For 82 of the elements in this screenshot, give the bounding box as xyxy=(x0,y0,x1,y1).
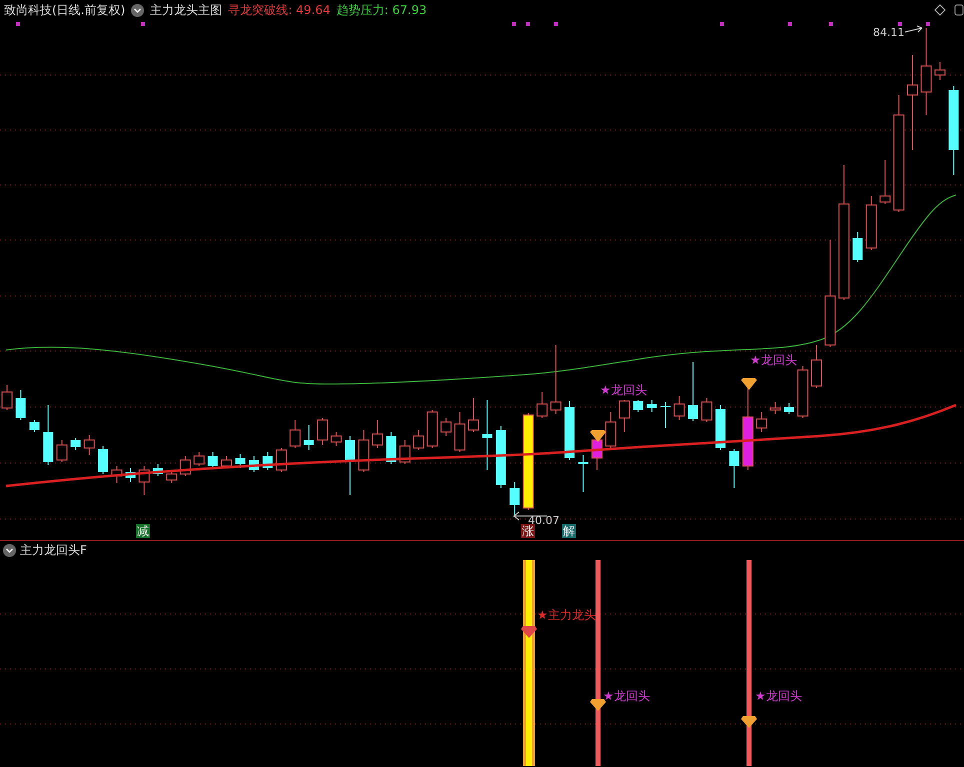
candlestick xyxy=(345,436,355,496)
candlestick xyxy=(152,464,163,476)
signal-label: ★龙回头 xyxy=(603,688,650,704)
candlestick xyxy=(550,344,562,414)
candlestick xyxy=(399,440,410,464)
gem-icon xyxy=(590,699,606,711)
candlestick xyxy=(248,456,259,472)
gem-icon xyxy=(741,378,757,390)
candlestick xyxy=(646,400,657,412)
candlestick xyxy=(729,448,740,488)
signal-tag: 减 xyxy=(136,524,150,538)
candlestick xyxy=(194,452,205,466)
candlestick xyxy=(262,452,273,470)
candlestick xyxy=(208,452,218,468)
diamond-icon[interactable] xyxy=(934,4,946,16)
candlestick xyxy=(866,196,877,250)
indicator-readout: 寻龙突破线: 49.64 xyxy=(228,2,330,18)
candlestick xyxy=(510,482,520,516)
signal-label: ★主力龙头 xyxy=(537,607,596,623)
candlestick xyxy=(715,404,726,450)
candlestick xyxy=(16,390,26,420)
candlestick xyxy=(934,62,946,80)
candlestick xyxy=(674,396,685,420)
candlestick xyxy=(618,400,630,432)
signal-label: ★龙回头 xyxy=(755,688,802,704)
candlestick xyxy=(426,410,438,448)
candlestick xyxy=(454,412,466,452)
candlestick xyxy=(797,366,808,418)
candlestick xyxy=(43,404,54,466)
candlestick xyxy=(440,418,452,436)
candlestick xyxy=(317,418,328,446)
signal-label: ★龙回头 xyxy=(750,352,797,368)
high-arrow-icon xyxy=(904,26,922,32)
candlestick xyxy=(852,232,863,262)
candlestick xyxy=(784,402,794,414)
candlestick xyxy=(125,468,136,482)
candlestick xyxy=(221,456,232,468)
candlestick xyxy=(98,446,108,474)
candlestick xyxy=(111,466,122,484)
candlestick xyxy=(701,398,712,422)
gem-icon xyxy=(590,430,606,442)
signal-tag: 解 xyxy=(562,524,576,538)
candlestick xyxy=(756,412,768,432)
candlestick xyxy=(536,392,548,418)
candlestick xyxy=(688,362,698,422)
gem-icon xyxy=(741,716,757,728)
candlestick xyxy=(564,400,575,460)
candlestick xyxy=(290,420,301,448)
candlestick xyxy=(482,400,492,470)
candlestick xyxy=(660,402,671,428)
high-price-label: 84.11 xyxy=(873,25,904,41)
candlestick xyxy=(138,466,150,496)
dropdown-icon[interactable] xyxy=(3,544,16,557)
candlestick xyxy=(578,454,588,492)
candlestick xyxy=(810,344,822,388)
signal-label: ★龙回头 xyxy=(600,382,647,398)
candlestick xyxy=(372,420,383,448)
candlestick xyxy=(180,456,191,476)
candlestick xyxy=(330,432,342,446)
candlestick xyxy=(358,430,370,472)
candlestick xyxy=(605,412,616,450)
candlestick xyxy=(468,398,479,432)
candlestick xyxy=(84,434,95,456)
candlestick xyxy=(633,400,644,412)
indicator-name[interactable]: 主力龙头主图 xyxy=(150,2,222,18)
indicator-readout: 趋势压力: 67.93 xyxy=(336,2,427,18)
candlestick xyxy=(56,440,68,462)
candlestick xyxy=(235,454,246,468)
candlestick xyxy=(29,420,40,432)
signal-tag: 涨 xyxy=(521,524,535,538)
security-title: 致尚科技(日线.前复权) xyxy=(4,2,126,18)
candlestick xyxy=(770,402,781,414)
dropdown-icon[interactable] xyxy=(131,4,144,16)
candlestick xyxy=(70,438,81,450)
gem-icon xyxy=(521,626,537,638)
candlestick xyxy=(166,470,178,484)
candlestick xyxy=(496,426,506,488)
panel-toggle-icon[interactable] xyxy=(954,4,964,16)
candlestick xyxy=(413,430,424,450)
candlestick xyxy=(304,424,314,450)
panel-title: 主力龙回头F xyxy=(20,542,87,559)
candlestick xyxy=(880,160,891,204)
